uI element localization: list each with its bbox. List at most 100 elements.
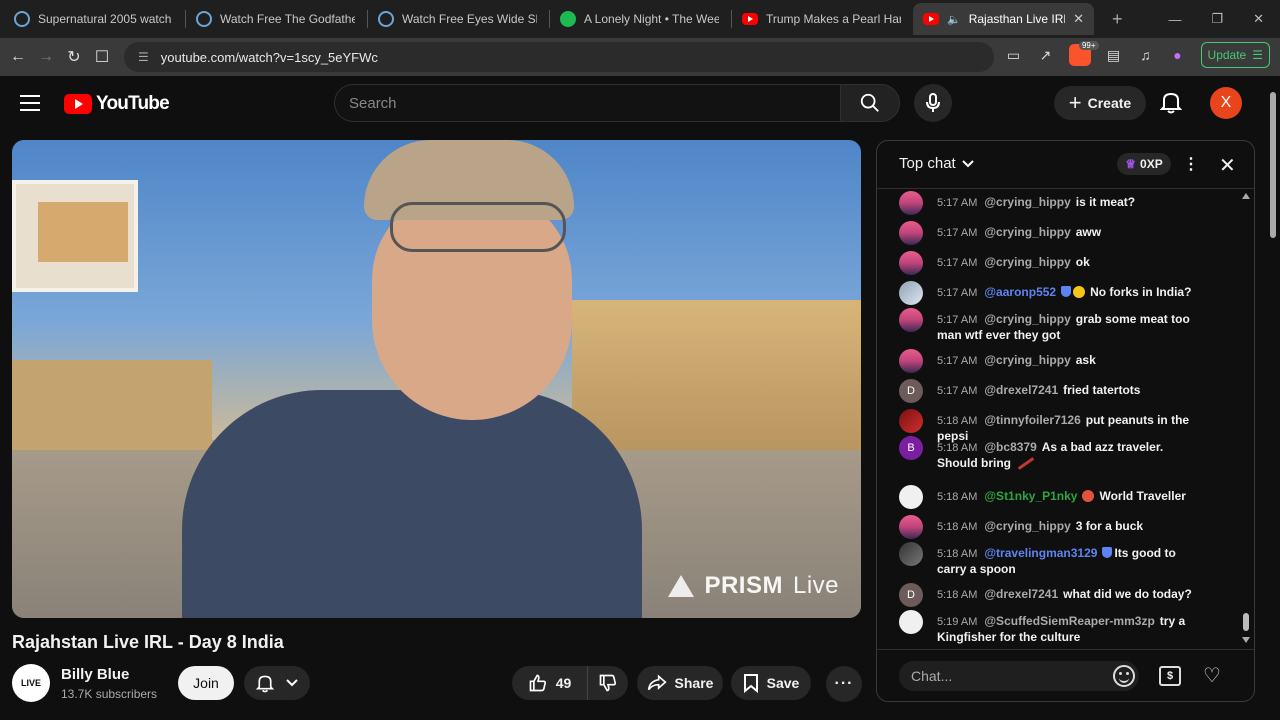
message-author[interactable]: @travelingman3129 [984, 546, 1097, 560]
new-tab-icon[interactable]: + [1112, 9, 1123, 30]
user-avatar[interactable] [899, 409, 923, 433]
save-button[interactable]: Save [731, 666, 811, 700]
media-icon[interactable]: ♫ [1137, 47, 1155, 63]
hamburger-menu-icon[interactable] [20, 95, 40, 111]
url-field[interactable]: ☰ youtube.com/watch?v=1scy_5eYFWc [124, 42, 994, 72]
chat-more-icon[interactable]: ⋮ [1183, 154, 1199, 174]
video-player[interactable]: PRISM Live [12, 140, 861, 618]
window-controls: — ❐ ✕ [1168, 0, 1280, 38]
message-time: 5:17 AM [937, 287, 978, 299]
xp-badge[interactable]: ♕ 0XP [1117, 153, 1171, 175]
extension-icon[interactable]: ● [1169, 47, 1187, 63]
chat-message: 5:17 AM @crying_hippy grab some meat too m… [899, 308, 1199, 343]
close-tab-icon[interactable]: ✕ [1073, 11, 1084, 27]
message-author[interactable]: @tinnyfoiler7126 [984, 413, 1080, 427]
channel-avatar[interactable]: LIVE [12, 664, 50, 702]
minimize-icon[interactable]: — [1168, 12, 1181, 27]
emoji-icon[interactable] [1113, 665, 1135, 687]
user-avatar[interactable] [899, 515, 923, 539]
user-avatar[interactable] [899, 610, 923, 634]
share-button[interactable]: Share [637, 666, 723, 700]
account-avatar[interactable]: X [1210, 87, 1242, 119]
message-author[interactable]: @crying_hippy [984, 225, 1070, 239]
chat-input[interactable]: Chat... [899, 661, 1139, 691]
chat-title: Top chat [899, 155, 956, 172]
page-scrollbar[interactable] [1270, 92, 1276, 238]
cast-icon[interactable]: ▭ [1005, 47, 1023, 63]
message-author[interactable]: @crying_hippy [984, 519, 1070, 533]
brave-shields-icon[interactable]: 99+ [1068, 41, 1099, 66]
more-actions-button[interactable]: ··· [826, 666, 862, 702]
message-author[interactable]: @drexel7241 [984, 587, 1058, 601]
channel-name[interactable]: Billy Blue [61, 666, 129, 683]
chat-scroll-down-icon[interactable] [1242, 637, 1250, 643]
user-avatar[interactable] [899, 485, 923, 509]
message-author[interactable]: @crying_hippy [984, 195, 1070, 209]
message-author[interactable]: @crying_hippy [984, 312, 1070, 326]
youtube-logo[interactable]: YouTube [64, 93, 170, 115]
message-time: 5:18 AM [937, 548, 978, 560]
browser-tab[interactable]: Trump Makes a Pearl Harb [732, 4, 913, 34]
like-count: 49 [555, 675, 572, 691]
voice-search-button[interactable] [914, 84, 952, 122]
message-author[interactable]: @drexel7241 [984, 383, 1058, 397]
plus-icon: + [1068, 90, 1082, 115]
user-avatar[interactable] [899, 191, 923, 215]
chat-scrollbar-thumb[interactable] [1243, 613, 1249, 631]
message-author[interactable]: @bc8379 [984, 440, 1036, 454]
user-avatar[interactable]: D [899, 583, 923, 607]
notifications-button[interactable] [1159, 90, 1183, 119]
browser-tab[interactable]: A Lonely Night • The Week [550, 4, 731, 34]
user-avatar[interactable] [899, 349, 923, 373]
like-button[interactable]: 49 [512, 666, 588, 700]
chat-mode-dropdown[interactable]: Top chat [899, 155, 974, 172]
subscription-notifications-button[interactable] [244, 666, 310, 700]
create-button[interactable]: + Create [1054, 86, 1146, 120]
user-avatar[interactable] [899, 308, 923, 332]
browser-tab-active[interactable]: 🔈 Rajasthan Live IRL ✕ [913, 3, 1094, 35]
join-button[interactable]: Join [178, 666, 234, 700]
thumbs-up-icon [529, 674, 546, 692]
dislike-button[interactable] [588, 666, 628, 700]
user-avatar[interactable] [899, 251, 923, 275]
chat-scroll-up-icon[interactable] [1242, 193, 1250, 199]
browser-tab[interactable]: Watch Free Eyes Wide Shu [368, 4, 549, 34]
prism-live-watermark: PRISM Live [668, 572, 839, 600]
search-input[interactable]: Search [334, 84, 840, 122]
message-author[interactable]: @crying_hippy [984, 255, 1070, 269]
reader-mode-icon[interactable]: ▤ [1105, 47, 1123, 63]
browser-tab[interactable]: Supernatural 2005 watch fr [4, 4, 185, 34]
maximize-icon[interactable]: ❐ [1211, 11, 1223, 27]
tab-title: Watch Free Eyes Wide Shu [402, 12, 537, 26]
heart-icon[interactable]: ♡ [1203, 663, 1221, 688]
share-page-icon[interactable]: ↗ [1037, 47, 1055, 63]
member-badge-icon [1073, 286, 1086, 298]
logo-text: YouTube [96, 93, 170, 114]
speaker-icon[interactable]: 🔈 [947, 13, 961, 26]
browser-tab[interactable]: Watch Free The Godfather [186, 4, 367, 34]
message-author[interactable]: @ScuffedSiemReaper-mm3zp [984, 614, 1154, 628]
chat-messages: 5:17 AM @crying_hippy is it meat? 5:17 AM @… [877, 189, 1254, 649]
site-settings-icon[interactable]: ☰ [138, 50, 149, 64]
close-window-icon[interactable]: ✕ [1253, 11, 1264, 27]
user-avatar[interactable]: B [899, 436, 923, 460]
user-avatar[interactable] [899, 281, 923, 305]
message-time: 5:17 AM [937, 314, 978, 326]
message-text: ask [1075, 353, 1096, 367]
user-avatar[interactable] [899, 542, 923, 566]
message-author[interactable]: @St1nky_P1nky [984, 489, 1077, 503]
chat-message: 5:17 AM @aaronp552 No forks in India? [899, 281, 1199, 305]
like-dislike-group: 49 [512, 666, 628, 700]
bookmark-icon[interactable]: ☐ [88, 47, 116, 67]
message-author[interactable]: @crying_hippy [984, 353, 1070, 367]
super-chat-icon[interactable]: $ [1159, 666, 1181, 686]
reload-icon[interactable]: ↻ [60, 47, 88, 67]
search-button[interactable] [840, 84, 900, 122]
message-author[interactable]: @aaronp552 [984, 285, 1056, 299]
update-button[interactable]: Update ☰ [1200, 42, 1270, 68]
close-chat-icon[interactable]: ✕ [1219, 153, 1236, 178]
user-avatar[interactable]: D [899, 379, 923, 403]
user-avatar[interactable] [899, 221, 923, 245]
forward-icon[interactable]: → [32, 48, 60, 66]
back-icon[interactable]: ← [4, 48, 32, 66]
